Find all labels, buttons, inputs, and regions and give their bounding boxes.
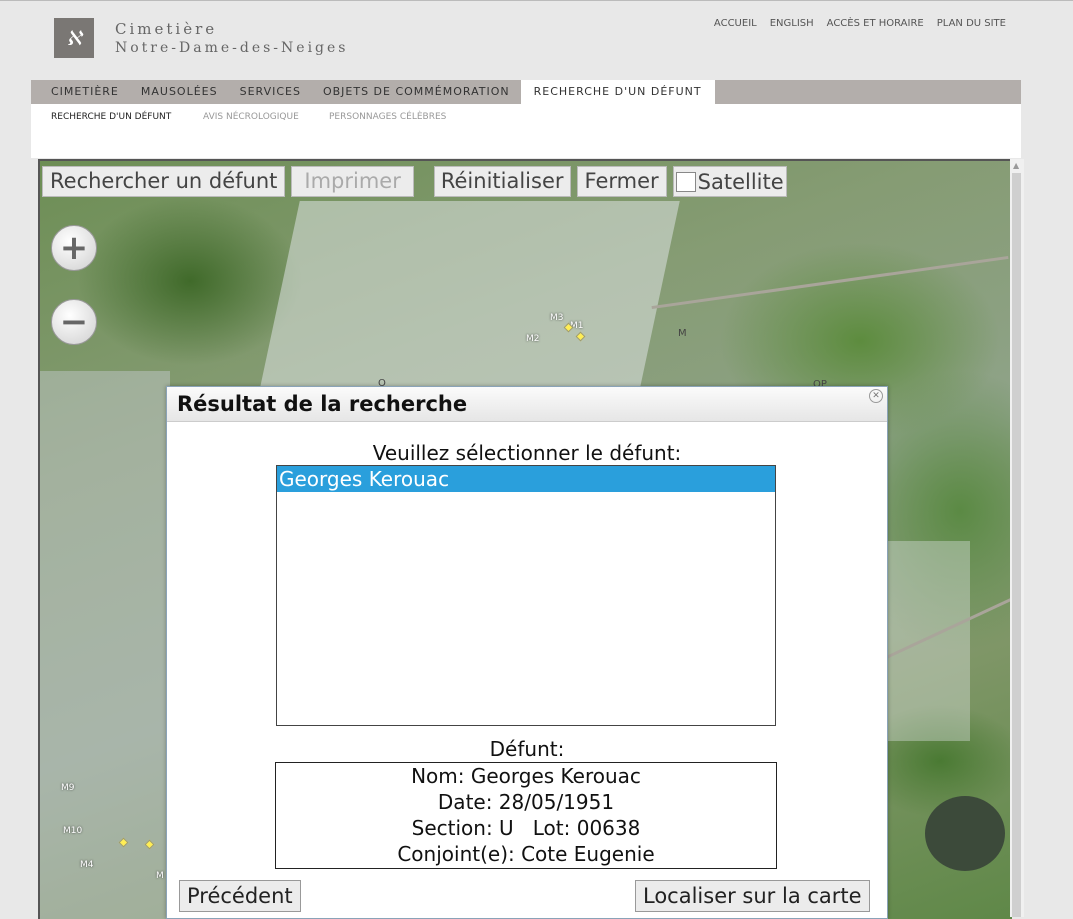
map-label: M4 <box>80 860 94 870</box>
utility-link-accueil[interactable]: ACCUEIL <box>714 18 757 29</box>
list-item[interactable]: Georges Kerouac <box>277 466 775 492</box>
results-listbox[interactable]: Georges Kerouac <box>276 465 776 726</box>
nav-item-recherche-defunt[interactable]: RECHERCHE D'UN DÉFUNT <box>520 80 715 104</box>
utility-link-plan-du-site[interactable]: PLAN DU SITE <box>937 18 1006 29</box>
reset-button[interactable]: Réinitialiser <box>433 166 571 197</box>
locate-on-map-button[interactable]: Localiser sur la carte <box>635 880 870 912</box>
brand-title: Cimetière <box>115 20 218 38</box>
map-toolbar: Rechercher un défunt Imprimer Réinitiali… <box>42 166 787 197</box>
map-label: M10 <box>63 826 83 836</box>
zoom-in-button[interactable]: + <box>51 225 97 271</box>
map-pond <box>925 796 1005 871</box>
close-icon[interactable]: ✕ <box>869 389 883 403</box>
detail-section-lot: Section: U Lot: 00638 <box>411 816 641 840</box>
satellite-toggle[interactable]: Satellite <box>672 166 787 197</box>
search-deceased-button[interactable]: Rechercher un défunt <box>42 166 286 197</box>
utility-link-acces-horaire[interactable]: ACCÈS ET HORAIRE <box>827 18 924 29</box>
logo[interactable]: ℵ <box>54 18 94 58</box>
previous-button[interactable]: Précédent <box>179 880 301 912</box>
detail-date: Date: 28/05/1951 <box>437 790 615 814</box>
nav-item-cimetiere[interactable]: CIMETIÈRE <box>31 80 130 104</box>
deceased-details: Nom: Georges Kerouac Date: 28/05/1951 Se… <box>275 762 777 869</box>
map-label: M3 <box>550 313 564 323</box>
plus-icon: + <box>59 228 89 268</box>
satellite-checkbox[interactable] <box>675 171 696 192</box>
close-map-button[interactable]: Fermer <box>576 166 667 197</box>
print-button[interactable]: Imprimer <box>291 166 414 197</box>
details-label: Défunt: <box>489 737 565 761</box>
utility-link-english[interactable]: ENGLISH <box>770 18 814 29</box>
sub-nav: RECHERCHE D'UN DÉFUNT AVIS NÉCROLOGIQUE … <box>31 104 1021 158</box>
minus-icon: − <box>59 302 89 342</box>
map-label: M2 <box>526 334 540 344</box>
nav-item-mausolees[interactable]: MAUSOLÉES <box>130 80 229 104</box>
map-section-overlay <box>40 371 170 919</box>
main-nav: CIMETIÈRE MAUSOLÉES SERVICES OBJETS DE C… <box>31 80 1021 104</box>
subnav-item-recherche-defunt[interactable]: RECHERCHE D'UN DÉFUNT <box>51 112 171 122</box>
scroll-up-icon[interactable]: ▲ <box>1013 161 1019 170</box>
map-road <box>651 255 1009 310</box>
zoom-out-button[interactable]: − <box>51 299 97 345</box>
top-border <box>0 0 1073 1</box>
dialog-title: Résultat de la recherche <box>177 392 468 416</box>
map-label: M9 <box>61 783 75 793</box>
detail-spouse: Conjoint(e): Cote Eugenie <box>397 842 655 866</box>
map-label: M <box>156 871 164 881</box>
detail-name: Nom: Georges Kerouac <box>411 764 641 788</box>
brand-subtitle: Notre-Dame-des-Neiges <box>115 40 349 56</box>
satellite-label: Satellite <box>697 169 784 194</box>
nav-item-services[interactable]: SERVICES <box>229 80 312 104</box>
subnav-item-avis-necrologique[interactable]: AVIS NÉCROLOGIQUE <box>203 112 299 122</box>
search-result-dialog: Résultat de la recherche ✕ Veuillez séle… <box>166 386 888 919</box>
dialog-header: Résultat de la recherche ✕ <box>167 387 887 422</box>
map-label: M <box>678 328 687 339</box>
page-scrollbar[interactable]: ▲ <box>1010 159 1024 917</box>
select-prompt: Veuillez sélectionner le défunt: <box>372 441 682 465</box>
subnav-item-personnages-celebres[interactable]: PERSONNAGES CÉLÈBRES <box>329 112 446 122</box>
utility-nav: ACCUEIL ENGLISH ACCÈS ET HORAIRE PLAN DU… <box>714 18 1006 29</box>
scrollbar-thumb[interactable] <box>1012 173 1021 917</box>
nav-item-objets-commemoration[interactable]: OBJETS DE COMMÉMORATION <box>312 80 521 104</box>
